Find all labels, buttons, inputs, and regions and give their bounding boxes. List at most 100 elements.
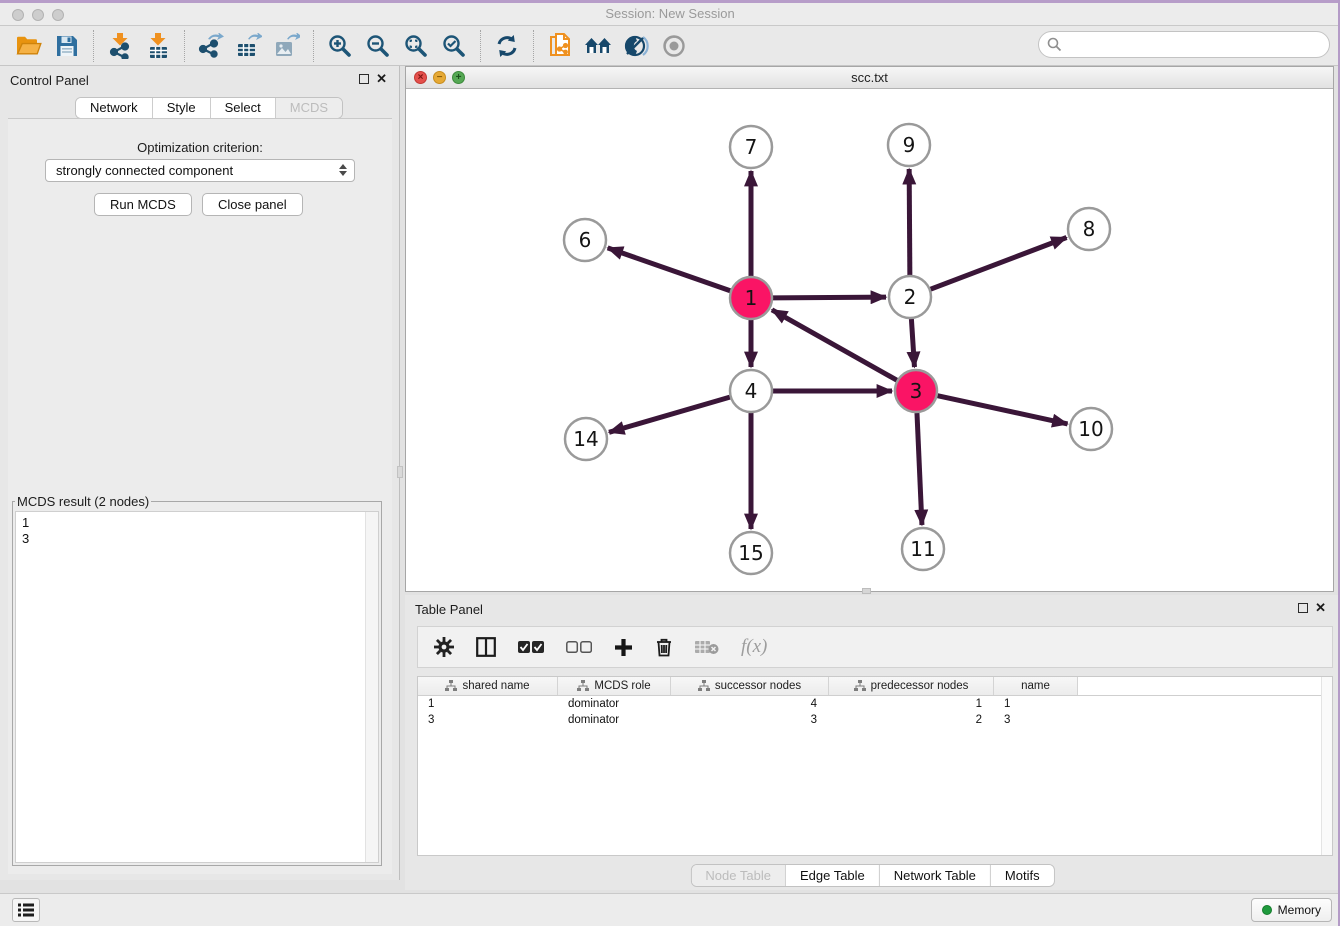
tab-style[interactable]: Style [152, 98, 210, 118]
network-window-titlebar[interactable]: × − + scc.txt [406, 67, 1333, 89]
cell-name[interactable]: 1 [994, 696, 1078, 712]
column-header-shared-name[interactable]: shared name [418, 677, 558, 695]
delete-column-button[interactable] [655, 637, 673, 657]
first-neighbors-button[interactable] [579, 28, 617, 64]
graph-edge-1-6[interactable] [608, 248, 731, 291]
columns-icon [476, 637, 496, 657]
tab-mcds[interactable]: MCDS [275, 98, 342, 118]
zoom-window-button[interactable] [52, 9, 64, 21]
clone-network-button[interactable] [541, 28, 579, 64]
close-table-panel-icon[interactable]: ✕ [1315, 601, 1326, 615]
trash-icon [655, 637, 673, 657]
minimize-view-button[interactable]: − [433, 71, 446, 84]
graph-edge-2-9[interactable] [909, 169, 910, 275]
cell-successor-nodes[interactable]: 4 [671, 696, 829, 712]
close-panel-button[interactable]: Close panel [202, 193, 303, 216]
graph-node-label: 2 [904, 285, 917, 309]
import-table-button[interactable] [139, 28, 177, 64]
tab-network[interactable]: Network [76, 98, 152, 118]
tab-select[interactable]: Select [210, 98, 275, 118]
clone-network-icon [548, 32, 572, 60]
mcds-result-list: 13 [16, 512, 378, 550]
cell-predecessor-nodes[interactable]: 2 [829, 712, 994, 728]
toolbar-separator [313, 30, 314, 62]
column-header-name[interactable]: name [994, 677, 1078, 695]
close-window-button[interactable] [12, 9, 24, 21]
hide-graphics-details-button[interactable] [655, 28, 693, 64]
graph-node-label: 8 [1083, 217, 1096, 241]
search-icon [1047, 37, 1062, 52]
table-row[interactable]: 1dominator411 [418, 696, 1332, 712]
search-input[interactable] [1066, 35, 1329, 55]
show-graphics-details-button[interactable] [617, 28, 655, 64]
memory-button[interactable]: Memory [1251, 898, 1332, 922]
deselect-all-button[interactable] [566, 641, 592, 654]
graph-edge-4-14[interactable] [609, 397, 730, 432]
graph-edge-3-11[interactable] [917, 413, 922, 525]
cell-successor-nodes[interactable]: 3 [671, 712, 829, 728]
export-table-icon [236, 33, 262, 59]
column-header-label: MCDS role [594, 680, 650, 692]
task-history-button[interactable] [12, 898, 40, 922]
cell-shared-name[interactable]: 3 [418, 712, 558, 728]
save-session-button[interactable] [48, 28, 86, 64]
mcds-scrollbar[interactable] [365, 512, 378, 862]
minimize-window-button[interactable] [32, 9, 44, 21]
network-view-window: × − + scc.txt 1234678910111415 [405, 66, 1334, 592]
delete-table-button[interactable] [695, 639, 719, 655]
column-header-successor-nodes[interactable]: successor nodes [671, 677, 829, 695]
table-tab-motifs[interactable]: Motifs [990, 865, 1054, 886]
graph-node-label: 3 [910, 379, 923, 403]
cell-MCDS-role[interactable]: dominator [558, 712, 671, 728]
table-panel-title: Table Panel [415, 602, 483, 617]
column-header-MCDS-role[interactable]: MCDS role [558, 677, 671, 695]
optimization-criterion-select[interactable]: strongly connected component [45, 159, 355, 182]
close-view-button[interactable]: × [414, 71, 427, 84]
graph-edge-3-1[interactable] [772, 310, 897, 380]
zoom-out-button[interactable] [359, 28, 397, 64]
select-all-button[interactable] [518, 641, 544, 654]
table-tab-network-table[interactable]: Network Table [879, 865, 990, 886]
graph-node-label: 6 [579, 228, 592, 252]
list-icon [18, 903, 34, 917]
table-tab-edge-table[interactable]: Edge Table [785, 865, 879, 886]
column-header-predecessor-nodes[interactable]: predecessor nodes [829, 677, 994, 695]
network-canvas[interactable]: 1234678910111415 [406, 89, 1333, 591]
cell-name[interactable]: 3 [994, 712, 1078, 728]
create-column-button[interactable] [614, 638, 633, 657]
maximize-view-button[interactable]: + [452, 71, 465, 84]
export-table-button[interactable] [230, 28, 268, 64]
refresh-button[interactable] [488, 28, 526, 64]
table-scrollbar[interactable] [1321, 677, 1332, 855]
view-splitter-handle[interactable] [862, 588, 871, 594]
export-network-button[interactable] [192, 28, 230, 64]
run-mcds-button[interactable]: Run MCDS [94, 193, 192, 216]
toggle-column-panel-button[interactable] [476, 637, 496, 657]
zoom-fit-button[interactable] [397, 28, 435, 64]
open-session-button[interactable] [10, 28, 48, 64]
graph-edge-3-10[interactable] [937, 396, 1067, 424]
function-builder-button[interactable]: f(x) [741, 636, 767, 658]
node-table: shared name MCDS role successor nodesprede… [417, 676, 1333, 856]
import-network-button[interactable] [101, 28, 139, 64]
export-image-button[interactable] [268, 28, 306, 64]
graph-edge-1-2[interactable] [773, 297, 886, 298]
float-panel-icon[interactable] [359, 74, 369, 84]
graph-edge-2-3[interactable] [911, 319, 914, 367]
cell-shared-name[interactable]: 1 [418, 696, 558, 712]
panel-splitter-handle[interactable] [397, 466, 403, 478]
table-panel-header: Table Panel ✕ [405, 595, 1340, 623]
float-table-panel-icon[interactable] [1298, 603, 1308, 613]
cell-MCDS-role[interactable]: dominator [558, 696, 671, 712]
zoom-selected-button[interactable] [435, 28, 473, 64]
graph-edge-2-8[interactable] [931, 238, 1067, 290]
table-settings-button[interactable] [434, 637, 454, 657]
zoom-in-button[interactable] [321, 28, 359, 64]
tree-icon [854, 680, 866, 692]
table-body: 1dominator4113dominator323 [418, 696, 1332, 728]
close-panel-icon[interactable]: ✕ [376, 72, 387, 86]
table-tab-node-table[interactable]: Node Table [691, 865, 785, 886]
dropdown-stepper-icon [339, 164, 347, 176]
table-row[interactable]: 3dominator323 [418, 712, 1332, 728]
cell-predecessor-nodes[interactable]: 1 [829, 696, 994, 712]
